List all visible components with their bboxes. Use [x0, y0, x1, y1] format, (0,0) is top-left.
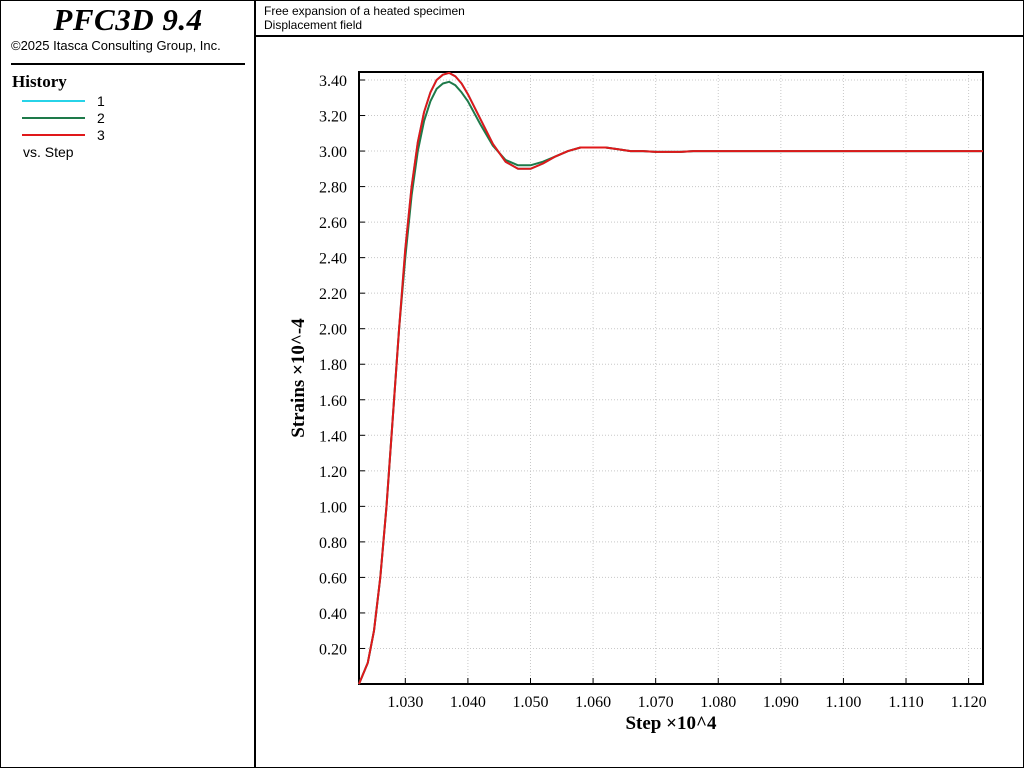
strain-history-chart: 1.030 1.040 1.050 1.060 1.070 1.080 1.090 1.100… [288, 71, 987, 734]
series-line-1 [358, 71, 983, 685]
x-tick-label-7: 1.100 [825, 694, 861, 711]
y-tick-label-13: 2.80 [319, 180, 347, 197]
x-tick-label-3: 1.060 [575, 694, 611, 711]
x-tick-label-5: 1.080 [700, 694, 736, 711]
y-axis-title: Strains ×10^-4 [288, 318, 309, 438]
x-tick-label-4: 1.070 [638, 694, 674, 711]
plot-frame [358, 71, 984, 685]
y-tick-label-8: 1.80 [319, 357, 347, 374]
y-tick-label-0: 0.20 [319, 641, 347, 658]
y-tick-label-14: 3.00 [319, 144, 347, 161]
y-tick-label-11: 2.40 [319, 251, 347, 268]
x-tick-label-1: 1.040 [450, 694, 486, 711]
y-tick-label-1: 0.40 [319, 606, 347, 623]
y-tick-label-15: 3.20 [319, 109, 347, 126]
y-tick-label-7: 1.60 [319, 393, 347, 410]
y-tick-label-9: 2.00 [319, 322, 347, 339]
y-tick-label-4: 1.00 [319, 499, 347, 516]
x-tick-label-9: 1.120 [951, 694, 987, 711]
x-tick-label-6: 1.090 [763, 694, 799, 711]
x-axis-title: Step ×10^4 [625, 713, 717, 734]
y-tick-label-2: 0.60 [319, 570, 347, 587]
x-tick-label-0: 1.030 [387, 694, 423, 711]
y-tick-label-6: 1.40 [319, 428, 347, 445]
y-tick-label-16: 3.40 [319, 73, 347, 90]
y-tick-label-12: 2.60 [319, 215, 347, 232]
x-tick-label-2: 1.050 [512, 694, 548, 711]
series-line-3 [358, 71, 983, 685]
y-tick-label-3: 0.80 [319, 535, 347, 552]
series-line-2 [358, 80, 983, 685]
y-tick-label-10: 2.20 [319, 286, 347, 303]
y-tick-label-5: 1.20 [319, 464, 347, 481]
x-tick-label-8: 1.110 [888, 694, 923, 711]
